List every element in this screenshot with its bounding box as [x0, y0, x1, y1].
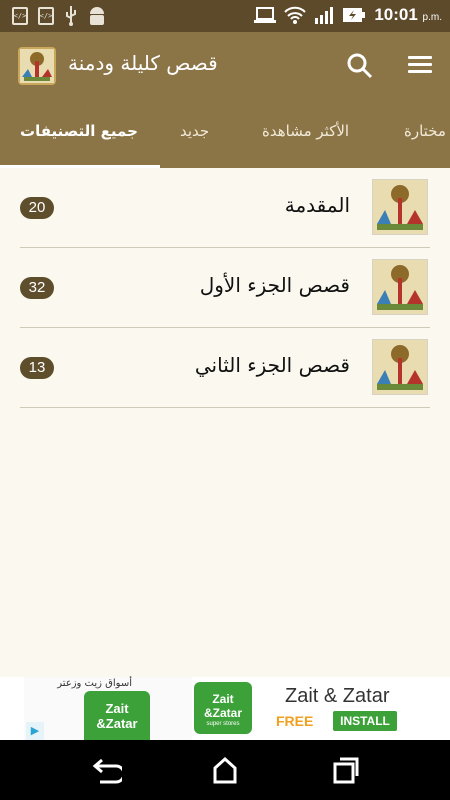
list-item[interactable]: قصص الجزء الأول 32: [20, 248, 430, 328]
dev-icon: </>: [12, 7, 28, 25]
ad-app-logo[interactable]: Zait &Zatar super stores: [194, 682, 252, 734]
ad-install-button[interactable]: INSTALL: [333, 711, 397, 731]
dev-icon: </>: [38, 7, 54, 25]
battery-icon: [343, 8, 366, 22]
category-thumbnail: [372, 259, 428, 315]
ad-app-name: Zait & Zatar: [285, 685, 390, 707]
count-badge: 32: [20, 277, 54, 299]
home-icon: [213, 756, 237, 784]
ad-image[interactable]: أسواق زيت وزعتر Zait &Zatar: [24, 677, 192, 740]
ad-close-area: [0, 722, 22, 740]
app-bar: قصص كليلة ودمنة: [0, 32, 450, 100]
back-button[interactable]: [90, 756, 126, 784]
list-item[interactable]: المقدمة 20: [20, 168, 430, 248]
ad-price: FREE: [276, 713, 314, 729]
category-title: المقدمة: [284, 193, 350, 217]
category-title: قصص الجزء الأول: [199, 273, 350, 297]
search-icon: [347, 53, 373, 79]
tab-featured[interactable]: مختارة: [404, 122, 446, 140]
clock: 10:01 p.m.: [374, 5, 442, 24]
tab-new[interactable]: جديد: [180, 122, 209, 140]
app-logo-icon: [18, 47, 56, 85]
category-thumbnail: [372, 339, 428, 395]
app-title: قصص كليلة ودمنة: [68, 51, 218, 75]
search-button[interactable]: [344, 50, 376, 82]
category-title: قصص الجزء الثاني: [194, 353, 350, 377]
wifi-icon: [284, 6, 307, 24]
usb-icon: [66, 6, 76, 26]
home-button[interactable]: [209, 756, 241, 784]
menu-button[interactable]: [404, 52, 436, 80]
menu-icon: [404, 56, 436, 73]
ad-info-icon[interactable]: ▶: [26, 722, 44, 740]
back-icon: [92, 758, 126, 784]
category-list: المقدمة 20 قصص الجزء الأول 32 قصص الجزء …: [20, 168, 430, 408]
list-item[interactable]: قصص الجزء الثاني 13: [20, 328, 430, 408]
tab-all-categories[interactable]: جميع التصنيفات: [20, 122, 138, 140]
category-tabs: مختارة الأكثر مشاهدة جديد جميع التصنيفات: [0, 100, 450, 168]
count-badge: 13: [20, 357, 54, 379]
recents-icon: [333, 757, 359, 784]
category-thumbnail: [372, 179, 428, 235]
ad-small-brand: أسواق زيت وزعتر: [57, 678, 132, 689]
signal-icon: [315, 7, 334, 24]
tab-most-viewed[interactable]: الأكثر مشاهدة: [262, 122, 349, 140]
status-bar: </> </> 10:01 p.m.: [0, 0, 450, 32]
count-badge: 20: [20, 197, 54, 219]
android-icon: [90, 7, 104, 25]
system-nav-bar: [0, 740, 450, 800]
ad-banner[interactable]: أسواق زيت وزعتر Zait &Zatar Zait &Zatar sup…: [0, 677, 450, 740]
laptop-icon: [254, 7, 277, 23]
recents-button[interactable]: [329, 756, 361, 784]
ad-big-logo: Zait &Zatar: [84, 691, 150, 740]
